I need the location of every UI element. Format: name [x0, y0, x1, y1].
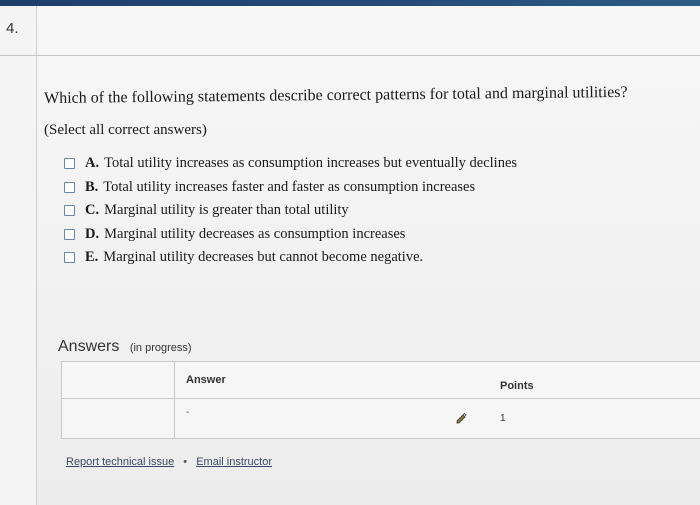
answers-title: Answers [58, 338, 120, 355]
answer-options: A. Total utility increases as consumptio… [64, 152, 517, 270]
answers-heading: Answers (in progress) [58, 338, 192, 356]
points-column-header: Points [500, 380, 534, 392]
option-c-checkbox[interactable] [64, 205, 75, 217]
option-d-letter: D. [85, 225, 100, 242]
option-d[interactable]: D. Marginal utility decreases as consump… [64, 223, 517, 247]
option-c-letter: C. [85, 202, 100, 219]
option-e-label: Marginal utility decreases but cannot be… [103, 249, 424, 266]
option-a-checkbox[interactable] [64, 158, 75, 170]
footer-separator: • [183, 456, 188, 468]
option-e[interactable]: E. Marginal utility decreases but cannot… [64, 246, 517, 270]
option-e-checkbox[interactable] [64, 252, 75, 264]
option-d-label: Marginal utility decreases as consumptio… [104, 225, 406, 242]
answer-column-header: Answer [186, 374, 226, 386]
question-instruction: (Select all correct answers) [44, 122, 207, 138]
question-number: 4. [6, 20, 19, 37]
question-number-column: 4. [0, 6, 37, 505]
option-b[interactable]: B. Total utility increases faster and fa… [64, 176, 517, 200]
email-instructor-link[interactable]: Email instructor [196, 456, 272, 468]
option-b-letter: B. [85, 178, 99, 195]
table-row-divider [62, 398, 700, 399]
report-issue-link[interactable]: Report technical issue [66, 456, 174, 468]
header-divider [0, 55, 700, 56]
answers-status: (in progress) [129, 342, 192, 354]
option-c-label: Marginal utility is greater than total u… [104, 202, 349, 219]
option-d-checkbox[interactable] [64, 228, 75, 240]
option-a[interactable]: A. Total utility increases as consumptio… [64, 152, 517, 176]
edit-answer-icon[interactable] [455, 412, 467, 424]
option-b-checkbox[interactable] [64, 181, 75, 193]
table-row-points: 1 [500, 413, 506, 424]
table-row-answer: - [186, 407, 190, 418]
option-c[interactable]: C. Marginal utility is greater than tota… [64, 199, 517, 223]
option-e-letter: E. [85, 249, 99, 266]
option-a-label: Total utility increases as consumption i… [104, 155, 518, 172]
option-a-letter: A. [85, 155, 100, 172]
option-b-label: Total utility increases faster and faste… [103, 178, 476, 195]
footer-links: Report technical issue • Email instructo… [66, 456, 272, 468]
answers-table: Answer Points - 1 [61, 361, 700, 439]
